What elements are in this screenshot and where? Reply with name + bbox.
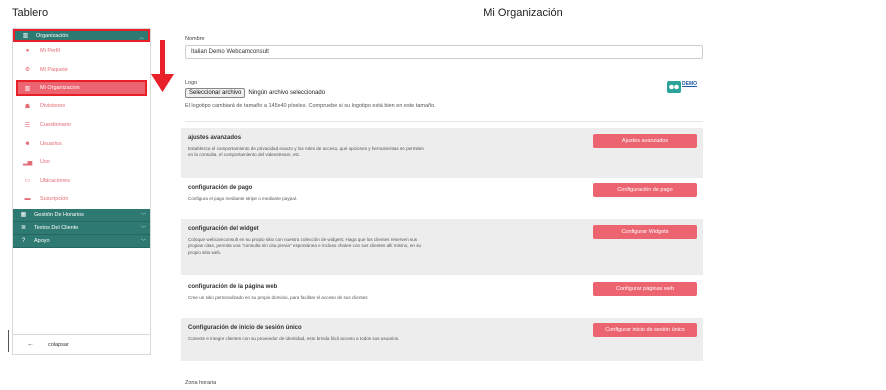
panel-advanced-settings: ajustes avanzados Establezca el comporta… xyxy=(181,128,703,178)
sidebar-item-label: Cuestionario xyxy=(40,122,71,129)
package-icon: ⚙ xyxy=(24,67,31,74)
sidebar-item-mi-perfil[interactable]: ● Mi Perfil xyxy=(13,42,150,61)
sidebar-item-label: Mi Organizacion xyxy=(40,85,80,92)
sidebar-group-organizacion[interactable]: ▥ Organización ︿ xyxy=(13,29,150,42)
building-icon: ▥ xyxy=(22,33,29,39)
text-icon: ≣ xyxy=(20,225,27,232)
organization-name-input[interactable]: Italian Demo Webcamconsult xyxy=(185,45,703,59)
advanced-settings-button[interactable]: Ajustes avanzados xyxy=(593,134,697,148)
sidebar-group-label: Textos Del Cliente xyxy=(34,224,79,231)
sidebar-item-label: Divisiones xyxy=(40,103,66,110)
sidebar-item-uso[interactable]: ▂▅ Uso xyxy=(13,153,150,172)
sidebar-item-label: Uso xyxy=(40,159,50,166)
logo-file-picker: Seleccionar archivo Ningún archivo selec… xyxy=(185,88,325,98)
page: Tablero Mi Organización ▥ Organización ︿… xyxy=(0,0,886,390)
collapse-label: colapsar xyxy=(48,341,69,348)
user-icon: ● xyxy=(25,48,30,55)
sidebar-item-label: Suscripción xyxy=(40,196,69,203)
sidebar-item-usuarios[interactable]: ☻ Usuarios xyxy=(13,134,150,153)
building-icon: ▥ xyxy=(24,85,31,92)
sidebar-group-label: Organización xyxy=(36,32,69,39)
file-status: Ningún archivo seleccionado xyxy=(248,90,326,96)
location-icon: ▭ xyxy=(24,178,31,185)
sidebar-item-ubicaciones[interactable]: ▭ Ubicaciones xyxy=(13,172,150,191)
divider-line xyxy=(8,330,9,352)
configure-widgets-button[interactable]: Configurar Widgets xyxy=(593,225,697,239)
bar-chart-icon: ▂▅ xyxy=(23,159,33,166)
logo-mark-icon xyxy=(667,81,681,93)
chevron-up-icon: ︿ xyxy=(138,35,144,41)
users-icon: ☻ xyxy=(24,140,31,147)
sidebar-item-label: Mi Paquete xyxy=(40,66,68,73)
calendar-icon: ▦ xyxy=(20,212,27,219)
section-divider xyxy=(185,121,703,122)
configure-webpages-button[interactable]: Configurar páginas web xyxy=(593,282,697,296)
name-label: Nombre xyxy=(185,36,205,42)
sidebar: ▥ Organización ︿ ● Mi Perfil ⚙ Mi Paquet… xyxy=(12,28,151,355)
sidebar-item-cuestionario[interactable]: ☰ Cuestionario xyxy=(13,116,150,135)
sidebar-item-label: Ubicaciones xyxy=(40,177,70,184)
organization-logo: DEMO xyxy=(667,80,703,93)
chevron-down-icon: ﹀ xyxy=(140,238,146,245)
chevron-down-icon: ﹀ xyxy=(140,225,146,232)
panel-webpage-settings: configuración de la página web Cree un s… xyxy=(181,277,703,317)
panel-payment-settings: configuración de pago Configura el pago … xyxy=(181,178,703,217)
sidebar-group-apoyo[interactable]: ? Apoyo ﹀ xyxy=(13,234,150,248)
panel-description: Cree un sitio personalizado en su propio… xyxy=(188,295,368,300)
panel-widget-settings: configuración del widget Coloque webcamc… xyxy=(181,219,703,275)
timezone-label: Zona horaria xyxy=(185,380,217,386)
list-icon: ☰ xyxy=(24,122,31,129)
sidebar-group-textos-del-cliente[interactable]: ≣ Textos Del Cliente ﹀ xyxy=(13,221,150,235)
help-icon: ? xyxy=(21,237,26,244)
page-title: Mi Organización xyxy=(483,7,563,19)
annotation-arrow-icon xyxy=(151,40,174,92)
sidebar-item-mi-paquete[interactable]: ⚙ Mi Paquete xyxy=(13,61,150,80)
panel-description: Coloque webcamconsult en su propio sitio… xyxy=(188,237,422,255)
sidebar-item-label: Usuarios xyxy=(40,140,62,147)
panel-description: Configura el pago mediante stripe o medi… xyxy=(188,196,298,201)
collapse-button[interactable]: ← colapsar xyxy=(13,334,150,354)
sitemap-icon: ☗ xyxy=(24,103,31,110)
panel-description: Establezca el comportamiento de privacid… xyxy=(188,146,424,158)
logo-label: Logo xyxy=(185,80,198,86)
panel-sso-settings: Configuración de inicio de sesión único … xyxy=(181,318,703,361)
sidebar-item-suscripcion[interactable]: ▬ Suscripción xyxy=(13,190,150,209)
configure-sso-button[interactable]: Configurar inicio de sesión único xyxy=(593,323,697,337)
panel-description: Conecte e integre clientes con su provee… xyxy=(188,336,400,341)
choose-file-button[interactable]: Seleccionar archivo xyxy=(185,88,246,98)
arrow-left-icon: ← xyxy=(27,341,34,348)
sidebar-group-label: Gestión De Horarios xyxy=(34,211,84,218)
sidebar-group-label: Apoyo xyxy=(34,237,50,244)
sidebar-group-gestion-de-horarios[interactable]: ▦ Gestión De Horarios ﹀ xyxy=(13,208,150,222)
sidebar-item-mi-organizacion[interactable]: ▥ Mi Organizacion xyxy=(16,80,147,97)
credit-card-icon: ▬ xyxy=(24,196,31,203)
sidebar-item-divisiones[interactable]: ☗ Divisiones xyxy=(13,97,150,116)
chevron-down-icon: ﹀ xyxy=(140,212,146,219)
logo-hint: El logotipo cambiará de tamaño a 145x40 … xyxy=(185,103,436,109)
logo-text: DEMO xyxy=(682,81,697,87)
sidebar-item-label: Mi Perfil xyxy=(40,48,60,55)
payment-settings-button[interactable]: Configuración de pago xyxy=(593,183,697,197)
